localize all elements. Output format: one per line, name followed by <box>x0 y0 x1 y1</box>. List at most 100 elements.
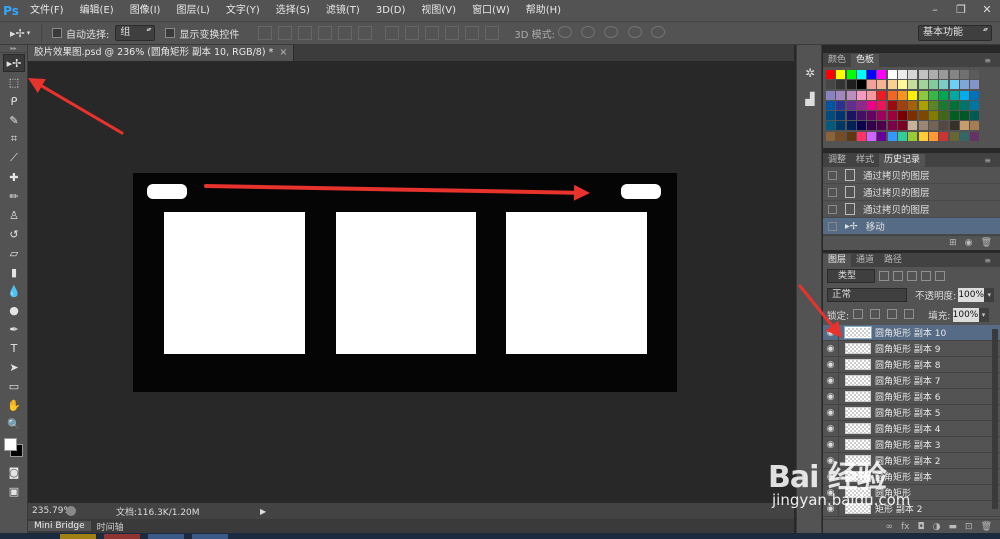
visibility-eye-icon[interactable]: ◉ <box>823 324 839 341</box>
visibility-eye-icon[interactable]: ◉ <box>823 436 839 453</box>
canvas-area[interactable] <box>28 61 794 501</box>
swatch[interactable] <box>867 90 877 100</box>
swatch[interactable] <box>908 100 918 110</box>
swatch[interactable] <box>887 131 897 141</box>
swatch[interactable] <box>928 70 938 79</box>
snapshot-icon[interactable]: ◉ <box>965 238 973 248</box>
swatch[interactable] <box>928 90 938 100</box>
menu-item-3[interactable]: 图层(L) <box>168 0 217 21</box>
workspace-dropdown[interactable]: 基本功能 <box>918 25 992 41</box>
adjustment-layer-icon[interactable]: ◑ <box>933 522 941 532</box>
document-tab[interactable]: 胶片效果图.psd @ 236% (圆角矩形 副本 10, RGB/8) * × <box>28 45 295 61</box>
menu-item-8[interactable]: 视图(V) <box>413 0 464 21</box>
menu-item-6[interactable]: 滤镜(T) <box>318 0 368 21</box>
swatch[interactable] <box>877 121 887 131</box>
swatch[interactable] <box>836 70 846 79</box>
taskbar-app-3[interactable] <box>148 534 184 539</box>
filter-adjustment-icon[interactable] <box>893 271 903 281</box>
swatch[interactable] <box>918 121 928 131</box>
swatch[interactable] <box>887 111 897 121</box>
swatch[interactable] <box>959 100 969 110</box>
restore-button[interactable]: ❐ <box>948 0 974 18</box>
histogram-icon[interactable]: ▟ <box>800 89 820 109</box>
opacity-input[interactable]: 100% <box>958 288 985 302</box>
swatch[interactable] <box>836 121 846 131</box>
swatch[interactable] <box>856 80 866 90</box>
opacity-dropdown-icon[interactable]: ▾ <box>984 288 995 302</box>
swatch[interactable] <box>867 131 877 141</box>
filter-pixel-icon[interactable] <box>879 271 889 281</box>
history-state[interactable]: ▸✢ 移动 <box>823 218 1000 235</box>
minimize-button[interactable]: – <box>922 0 948 18</box>
swatch[interactable] <box>846 100 856 110</box>
swatch[interactable] <box>846 80 856 90</box>
film-frame-1[interactable] <box>164 212 305 354</box>
swatch[interactable] <box>826 131 835 141</box>
new-document-from-state-icon[interactable]: ⊞ <box>949 238 957 248</box>
swatch[interactable] <box>826 70 835 79</box>
distribute-left-icon[interactable] <box>445 26 460 40</box>
swatch[interactable] <box>846 90 856 100</box>
swatch[interactable] <box>898 90 908 100</box>
swatch[interactable] <box>898 131 908 141</box>
screen-mode-button[interactable]: ▣ <box>3 482 25 500</box>
zoom-level[interactable]: 235.79% <box>28 506 72 516</box>
3d-rotate-icon[interactable] <box>558 25 572 38</box>
swatch[interactable] <box>949 100 959 110</box>
history-brush-source-checkbox[interactable] <box>828 204 837 214</box>
layer-row[interactable]: ◉ 圆角矩形 副本 3 <box>823 436 1000 453</box>
menu-item-10[interactable]: 帮助(H) <box>518 0 569 21</box>
film-frame-2[interactable] <box>336 212 476 354</box>
layer-row[interactable]: ◉ 圆角矩形 副本 10 <box>823 324 1000 341</box>
menu-item-1[interactable]: 编辑(E) <box>72 0 122 21</box>
stamp-tool-button[interactable]: ♙ <box>3 206 25 224</box>
eraser-tool-button[interactable]: ▱ <box>3 244 25 262</box>
swatch[interactable] <box>939 111 949 121</box>
status-info-icon[interactable] <box>66 506 76 516</box>
fill-input[interactable]: 100% <box>952 308 979 322</box>
sprocket-hole-right[interactable] <box>621 184 661 199</box>
menu-item-4[interactable]: 文字(Y) <box>218 0 268 21</box>
align-vcenter-icon[interactable] <box>278 26 293 40</box>
layer-filter-kind-dropdown[interactable]: 类型 <box>827 269 875 283</box>
history-state[interactable]: 通过拷贝的图层 <box>823 184 1000 201</box>
swatch[interactable] <box>836 80 846 90</box>
swatch[interactable] <box>959 90 969 100</box>
shape-tool-button[interactable]: ▭ <box>3 377 25 395</box>
add-mask-icon[interactable]: ◘ <box>918 522 925 532</box>
history-state[interactable]: 通过拷贝的图层 <box>823 167 1000 184</box>
swatch[interactable] <box>908 80 918 90</box>
swatch[interactable] <box>877 111 887 121</box>
distribute-bottom-icon[interactable] <box>425 26 440 40</box>
navigator-icon[interactable]: ✲ <box>800 63 820 83</box>
swatch[interactable] <box>908 131 918 141</box>
swatch[interactable] <box>918 100 928 110</box>
swatch[interactable] <box>908 121 918 131</box>
tab-layers[interactable]: 图层 <box>823 254 852 267</box>
swatch[interactable] <box>928 131 938 141</box>
swatch[interactable] <box>970 80 980 90</box>
layer-name[interactable]: 圆角矩形 副本 7 <box>875 374 940 387</box>
swatch[interactable] <box>826 100 835 110</box>
layer-name[interactable]: 圆角矩形 副本 4 <box>875 422 940 435</box>
visibility-eye-icon[interactable]: ◉ <box>823 388 839 405</box>
tab-history[interactable]: 历史记录 <box>879 154 926 167</box>
layer-row[interactable]: ◉ 圆角矩形 副本 6 <box>823 388 1000 405</box>
align-hcenter-icon[interactable] <box>338 26 353 40</box>
layer-thumbnail[interactable] <box>845 343 871 354</box>
swatch[interactable] <box>836 131 846 141</box>
quick-mask-button[interactable]: ◙ <box>3 463 25 481</box>
gradient-tool-button[interactable]: ▮ <box>3 263 25 281</box>
layer-style-icon[interactable]: fx <box>901 522 910 532</box>
menu-item-2[interactable]: 图像(I) <box>122 0 169 21</box>
hand-tool-button[interactable]: ✋ <box>3 396 25 414</box>
swatch[interactable] <box>856 131 866 141</box>
swatch[interactable] <box>908 90 918 100</box>
tab-timeline[interactable]: 时间轴 <box>91 520 130 533</box>
show-transform-checkbox[interactable] <box>165 28 176 38</box>
swatch[interactable] <box>856 90 866 100</box>
link-layers-icon[interactable]: ∞ <box>886 522 894 532</box>
distribute-hcenter-icon[interactable] <box>465 26 480 40</box>
3d-roll-icon[interactable] <box>581 25 596 38</box>
blur-tool-button[interactable]: 💧 <box>3 282 25 300</box>
